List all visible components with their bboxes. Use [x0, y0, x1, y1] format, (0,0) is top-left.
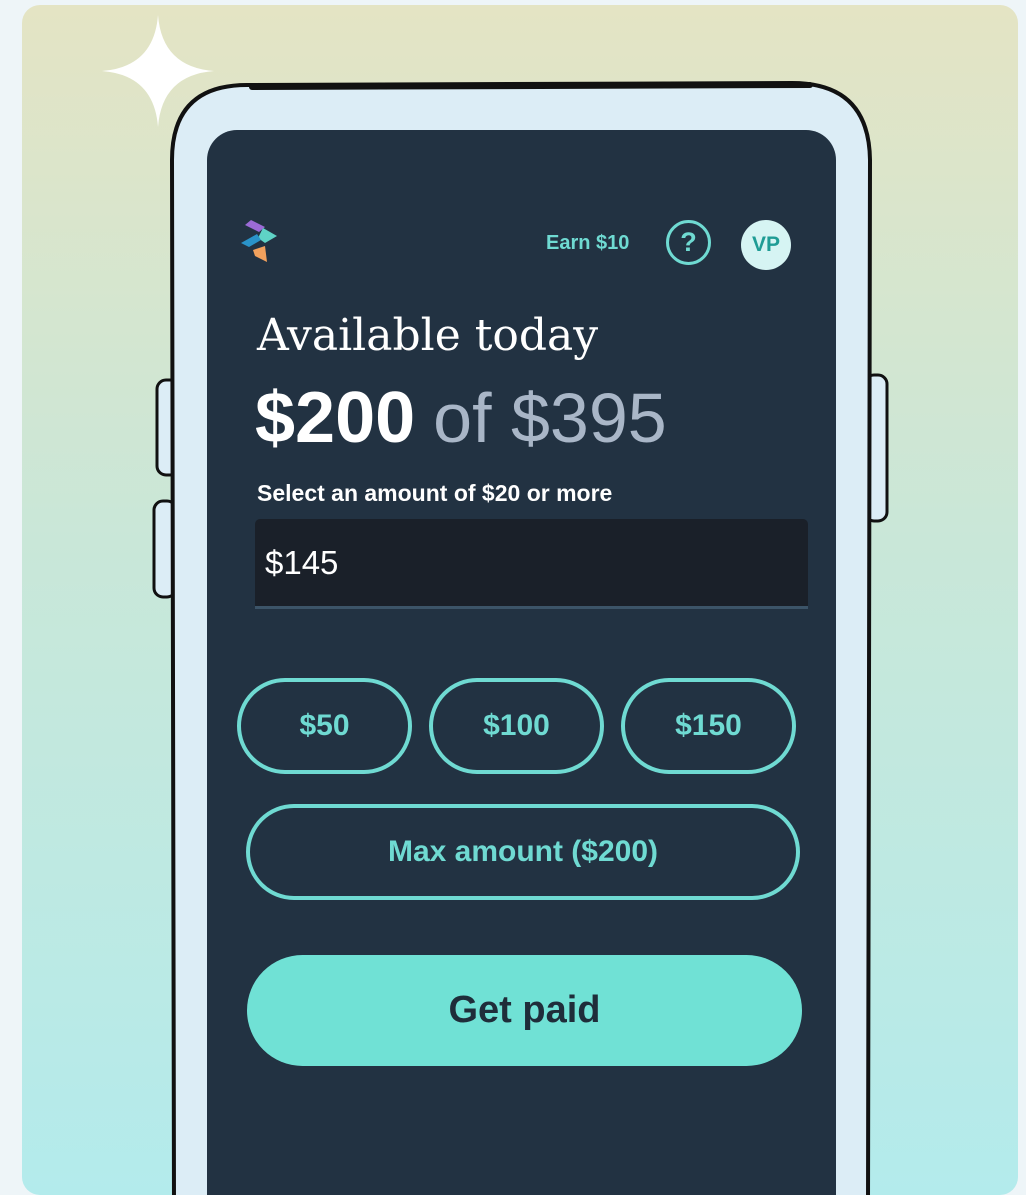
phone-screen: Earn $10 ? VP Available today $200 of $39…: [207, 130, 836, 1195]
balance-summary: $200 of $395: [255, 378, 815, 478]
earn-referral-link[interactable]: Earn $10: [546, 230, 646, 256]
brand-logo-icon[interactable]: [237, 216, 287, 266]
promo-card: Earn $10 ? VP Available today $200 of $39…: [22, 5, 1018, 1195]
amount-input[interactable]: [255, 519, 808, 609]
help-icon-glyph: ?: [680, 227, 697, 257]
help-icon[interactable]: ?: [666, 220, 711, 265]
available-amount: $200: [255, 378, 416, 458]
quick-amount-150-button[interactable]: $150: [621, 678, 796, 774]
total-amount: of $395: [433, 379, 667, 457]
quick-amount-100-button[interactable]: $100: [429, 678, 604, 774]
max-amount-button[interactable]: Max amount ($200): [246, 804, 800, 900]
page-title: Available today: [257, 310, 599, 361]
get-paid-button[interactable]: Get paid: [247, 955, 802, 1066]
avatar[interactable]: VP: [741, 220, 791, 270]
quick-amount-50-button[interactable]: $50: [237, 678, 412, 774]
sparkle-icon: [102, 15, 214, 127]
amount-helper-text: Select an amount of $20 or more: [257, 480, 613, 506]
